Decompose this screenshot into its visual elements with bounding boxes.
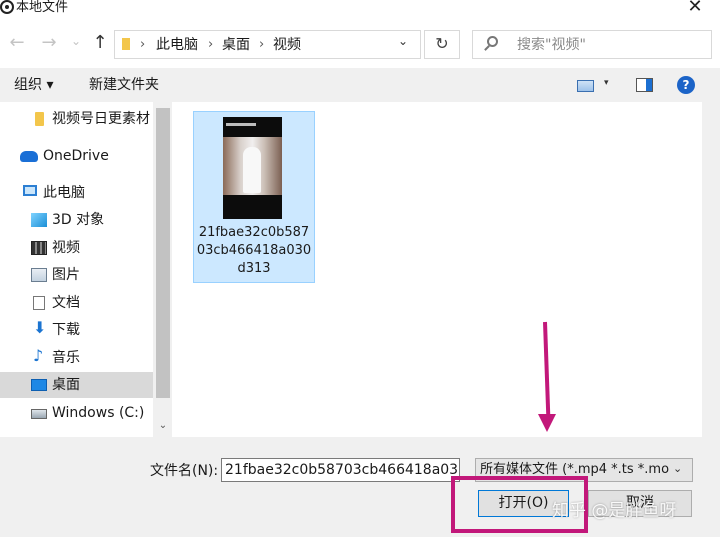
sidebar-item-documents[interactable]: 文档: [0, 290, 153, 316]
thumbnail-figure: [243, 147, 261, 193]
command-bar: 组织 ▾ 新建文件夹 ▾ ?: [0, 68, 720, 102]
filename-label: 文件名(N):: [150, 463, 219, 479]
sidebar-item-label: 桌面: [52, 377, 80, 393]
download-icon: ⬇: [33, 318, 47, 337]
sidebar-item-this-pc[interactable]: 此电脑: [0, 180, 153, 206]
back-arrow-icon[interactable]: ←: [6, 33, 28, 53]
computer-icon: [23, 185, 37, 196]
onedrive-cloud-icon: [20, 151, 38, 162]
title-bar: 本地文件 ✕: [0, 0, 720, 20]
sidebar-item-3d-objects[interactable]: 3D 对象: [0, 207, 153, 233]
sidebar-item-label: 3D 对象: [52, 212, 105, 228]
sidebar-item-label: OneDrive: [43, 148, 109, 164]
navigation-pane: 视频号日更素材 OneDrive 此电脑 3D 对象 视频 图片 文档 ⬇ 下载…: [0, 102, 153, 437]
sidebar-item-windows-c[interactable]: Windows (C:): [0, 400, 153, 426]
music-icon: ♪: [33, 346, 44, 365]
search-box[interactable]: 搜索"视频": [472, 30, 712, 59]
sidebar-item-onedrive[interactable]: OneDrive: [0, 143, 153, 169]
sidebar-item-label: 视频号日更素材: [52, 111, 150, 127]
preview-pane-icon[interactable]: [636, 78, 653, 92]
sidebar-item-pictures[interactable]: 图片: [0, 262, 153, 288]
drive-icon: [31, 409, 47, 419]
sidebar-item-label: 下载: [52, 322, 80, 338]
thumbnail-caption-bar: [226, 123, 256, 126]
sidebar-item-label: 图片: [52, 267, 80, 283]
folder-icon: [35, 112, 44, 126]
filename-input[interactable]: 21fbae32c0b58703cb466418a03: [221, 458, 460, 482]
app-icon: [0, 0, 14, 14]
breadcrumb-videos[interactable]: 视频: [273, 36, 301, 54]
sidebar-item-label: 音乐: [52, 350, 80, 366]
refresh-icon[interactable]: ↻: [424, 30, 460, 59]
forward-arrow-icon[interactable]: →: [38, 33, 60, 53]
documents-icon: [33, 296, 45, 310]
view-mode-dropdown-icon[interactable]: ▾: [604, 78, 609, 88]
sidebar-item-downloads[interactable]: ⬇ 下载: [0, 317, 153, 343]
pictures-icon: [31, 268, 47, 282]
sidebar-item-music[interactable]: ♪ 音乐: [0, 345, 153, 371]
breadcrumb-separator: ›: [208, 37, 214, 52]
dialog-footer: [0, 437, 720, 537]
close-icon[interactable]: ✕: [684, 0, 706, 18]
sidebar-item-label: Windows (C:): [52, 405, 145, 421]
annotation-arrow-head: [538, 414, 556, 432]
desktop-icon: [31, 379, 47, 391]
file-item-selected[interactable]: 21fbae32c0b58703cb466418a030d313: [193, 111, 315, 283]
address-dropdown-icon[interactable]: ⌄: [398, 34, 408, 48]
breadcrumb-desktop[interactable]: 桌面: [222, 36, 250, 54]
file-list-scrollbar[interactable]: [702, 102, 720, 437]
search-placeholder: 搜索"视频": [517, 37, 586, 53]
sidebar-item-daily-material[interactable]: 视频号日更素材: [0, 106, 153, 132]
video-folder-icon: [31, 241, 47, 255]
sidebar-scrollbar-thumb[interactable]: [156, 108, 170, 398]
address-bar[interactable]: › 此电脑 › 桌面 › 视频 ⌄: [114, 30, 421, 59]
window-title: 本地文件: [16, 0, 69, 15]
search-icon: [487, 36, 498, 47]
watermark: 知乎 @是胖鱼呀: [552, 501, 677, 521]
view-mode-icon[interactable]: [577, 80, 594, 92]
sidebar-item-label: 视频: [52, 240, 80, 256]
recent-locations-chevron-icon[interactable]: ⌄: [65, 31, 87, 51]
sidebar-item-label: 此电脑: [43, 185, 85, 201]
breadcrumb-separator: ›: [259, 37, 265, 52]
file-name: 21fbae32c0b58703cb466418a030d313: [196, 225, 312, 276]
new-folder-button[interactable]: 新建文件夹: [89, 77, 159, 93]
3d-objects-icon: [31, 213, 47, 227]
breadcrumb-this-pc[interactable]: 此电脑: [156, 36, 198, 54]
chevron-down-icon[interactable]: ⌄: [673, 462, 682, 475]
sidebar-item-desktop[interactable]: 桌面: [0, 372, 153, 398]
sidebar-item-videos[interactable]: 视频: [0, 235, 153, 261]
folder-icon: [122, 38, 130, 50]
organize-menu[interactable]: 组织 ▾: [14, 77, 53, 93]
breadcrumb-separator: ›: [140, 37, 146, 52]
help-icon[interactable]: ?: [677, 76, 695, 94]
up-arrow-icon[interactable]: ↑: [89, 33, 111, 53]
scroll-down-icon[interactable]: ⌄: [155, 420, 171, 431]
sidebar-item-label: 文档: [52, 295, 80, 311]
video-thumbnail: [223, 117, 282, 219]
